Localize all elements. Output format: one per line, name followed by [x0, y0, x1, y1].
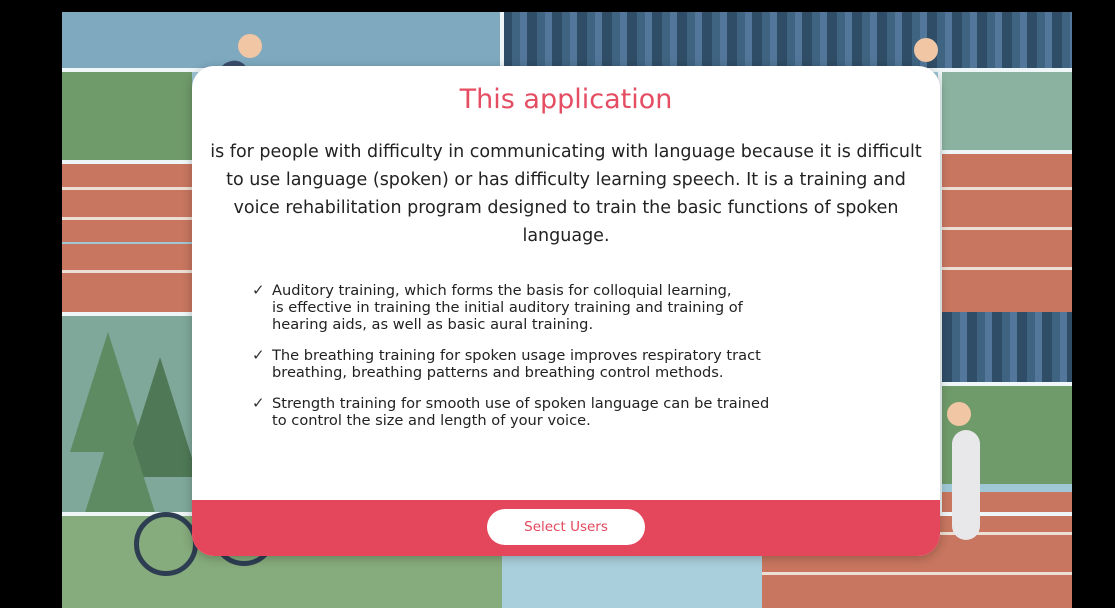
tree-shape	[82, 402, 158, 522]
track-tile-left-2	[62, 244, 192, 314]
panel-divider	[940, 150, 1072, 154]
grass-tile-left	[62, 70, 192, 160]
athlete-figure	[914, 38, 938, 62]
checkmark-icon: ✓	[252, 281, 265, 299]
feature-line: breathing, breathing patterns and breath…	[272, 364, 724, 381]
track-tile-left-1	[62, 162, 192, 242]
track-tile-right-1	[942, 152, 1072, 312]
dialog-intro-text: is for people with difficulty in communi…	[210, 142, 922, 246]
lane-line	[942, 187, 1072, 190]
lane-line	[942, 227, 1072, 230]
feature-list: ✓ Auditory training, which forms the bas…	[252, 282, 902, 443]
dialog-title: This application	[459, 84, 673, 115]
lane-line	[62, 270, 192, 273]
feature-line: Strength training for smooth use of spok…	[272, 395, 770, 412]
select-users-button[interactable]: Select Users	[487, 509, 645, 545]
lane-line	[62, 217, 192, 220]
feature-line: The breathing training for spoken usage …	[272, 347, 761, 364]
feature-line: Auditory training, which forms the basis…	[272, 282, 732, 299]
checkmark-icon: ✓	[252, 346, 265, 364]
sky-tile-left	[62, 12, 502, 70]
panel-divider	[62, 312, 202, 316]
panel-divider	[500, 12, 504, 72]
panel-divider	[62, 160, 202, 164]
panel-divider	[940, 382, 1072, 386]
intro-dialog: This application is for people with diff…	[192, 66, 940, 556]
crowd-strip-top	[502, 12, 1072, 70]
feature-item: ✓ Strength training for smooth use of sp…	[252, 394, 902, 430]
dialog-footer: Select Users	[192, 500, 940, 556]
athlete-figure	[947, 402, 971, 426]
lane-line	[62, 187, 192, 190]
athlete-figure	[952, 430, 980, 540]
bicycle-wheel	[134, 512, 198, 576]
lane-line	[942, 267, 1072, 270]
crowd-strip-right	[942, 312, 1072, 382]
app-screen: This application is for people with diff…	[0, 0, 1115, 608]
feature-item: ✓ The breathing training for spoken usag…	[252, 346, 902, 382]
feature-line: is effective in training the initial aud…	[272, 299, 743, 316]
lane-line	[762, 572, 1072, 575]
feature-line: hearing aids, as well as basic aural tra…	[272, 316, 594, 333]
feature-item: ✓ Auditory training, which forms the bas…	[252, 281, 902, 334]
feature-line: to control the size and length of your v…	[272, 412, 591, 429]
grass-tile-right	[942, 70, 1072, 150]
checkmark-icon: ✓	[252, 394, 265, 412]
athlete-figure	[238, 34, 262, 58]
